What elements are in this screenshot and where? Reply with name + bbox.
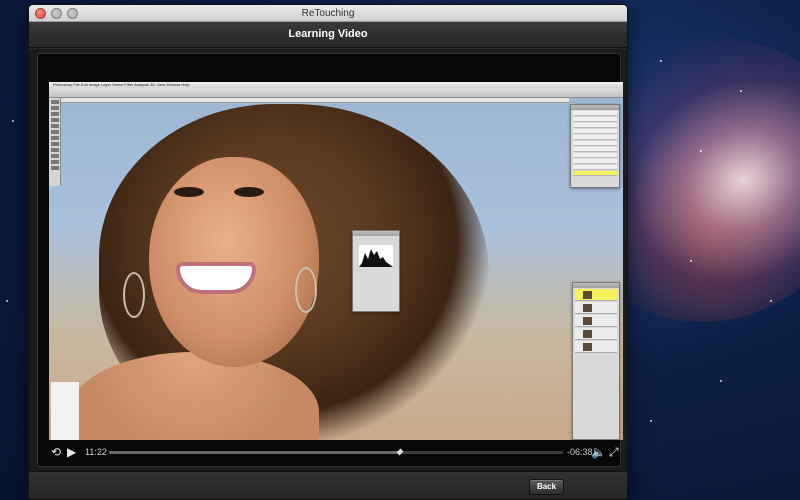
photoshop-layers-panel: [572, 282, 620, 440]
photoshop-adjustments-panel: [352, 230, 400, 312]
play-icon[interactable]: ▶: [67, 445, 76, 459]
video-area[interactable]: Photoshop File Edit Image Layer Select F…: [49, 82, 623, 440]
star: [650, 420, 652, 422]
replay-icon[interactable]: ⟲: [51, 445, 61, 459]
app-window: ReTouching Learning Video Photoshop File…: [28, 4, 628, 500]
seek-handle[interactable]: [396, 448, 404, 456]
window-title: ReTouching: [301, 8, 355, 19]
seek-bar-progress: [109, 451, 400, 454]
title-bar: ReTouching: [29, 5, 627, 22]
elapsed-time: 11:22: [85, 447, 107, 457]
histogram-graph: [359, 245, 393, 267]
photoshop-toolbox: [49, 98, 61, 186]
fullscreen-icon[interactable]: ⤢: [609, 445, 619, 459]
back-button[interactable]: Back: [529, 479, 564, 495]
star: [660, 60, 662, 62]
photoshop-ruler: [61, 98, 569, 103]
subject-earring: [123, 272, 145, 318]
footer-bar: Back: [29, 471, 627, 499]
page-title: Learning Video: [288, 28, 368, 40]
photoshop-menu-text: Photoshop File Edit Image Layer Select F…: [53, 82, 190, 87]
star: [12, 120, 14, 122]
subject-tank-strap: [51, 382, 79, 440]
zoom-window-button[interactable]: [67, 8, 78, 19]
video-player: Photoshop File Edit Image Layer Select F…: [37, 53, 623, 467]
seek-bar[interactable]: [109, 448, 563, 456]
star: [740, 90, 742, 92]
star: [720, 380, 722, 382]
subject-smile: [176, 262, 256, 294]
star: [690, 260, 692, 262]
volume-icon[interactable]: 🔈: [591, 445, 606, 459]
subject-eye: [174, 187, 204, 197]
star: [700, 150, 702, 152]
star: [6, 300, 8, 302]
subject-eye: [234, 187, 264, 197]
star: [770, 300, 772, 302]
remaining-time: -06:38: [567, 447, 593, 457]
subject-earring: [295, 267, 317, 313]
player-controls: ⟲ ▶ 11:22 -06:38 🔈 ⤢: [49, 441, 623, 463]
main-content: Photoshop File Edit Image Layer Select F…: [29, 49, 627, 471]
minimize-window-button[interactable]: [51, 8, 62, 19]
photoshop-history-panel: [570, 104, 620, 188]
close-window-button[interactable]: [35, 8, 46, 19]
page-header: Learning Video: [29, 22, 627, 48]
photoshop-options-bar: [49, 88, 623, 98]
